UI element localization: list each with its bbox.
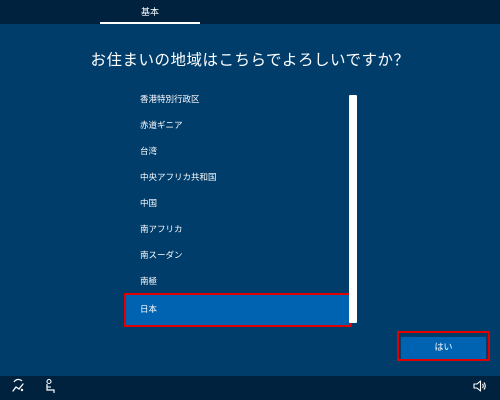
list-item-japan-selected[interactable]: 日本 <box>124 293 352 327</box>
list-item-south-sudan[interactable]: 南スーダン <box>126 243 350 269</box>
page-title: お住まいの地域はこちらでよろしいですか？ <box>90 51 410 69</box>
tab-active-indicator <box>100 22 200 24</box>
list-item-equatorial-guinea[interactable]: 赤道ギニア <box>126 113 350 139</box>
list-item-south-africa[interactable]: 南アフリカ <box>126 217 350 243</box>
list-item-taiwan[interactable]: 台湾 <box>126 139 350 165</box>
yes-button[interactable]: はい <box>401 337 486 359</box>
ease-of-access-icon[interactable] <box>10 378 26 394</box>
list-scrollbar[interactable] <box>349 95 357 323</box>
list-item-antarctica[interactable]: 南極 <box>126 269 350 295</box>
list-item-hong-kong[interactable]: 香港特別行政区 <box>126 87 350 113</box>
yes-button-highlight: はい <box>397 331 490 361</box>
tab-basic[interactable]: 基本 <box>100 0 200 24</box>
list-item-central-african-republic[interactable]: 中央アフリカ共和国 <box>126 165 350 191</box>
top-bar <box>0 0 500 24</box>
list-item-china[interactable]: 中国 <box>126 191 350 217</box>
volume-icon[interactable] <box>472 378 488 394</box>
accessibility-narrator-icon[interactable] <box>42 378 58 394</box>
bottom-bar <box>0 376 500 400</box>
region-list[interactable]: 香港特別行政区 赤道ギニア 台湾 中央アフリカ共和国 中国 南アフリカ 南スーダ… <box>124 87 352 327</box>
